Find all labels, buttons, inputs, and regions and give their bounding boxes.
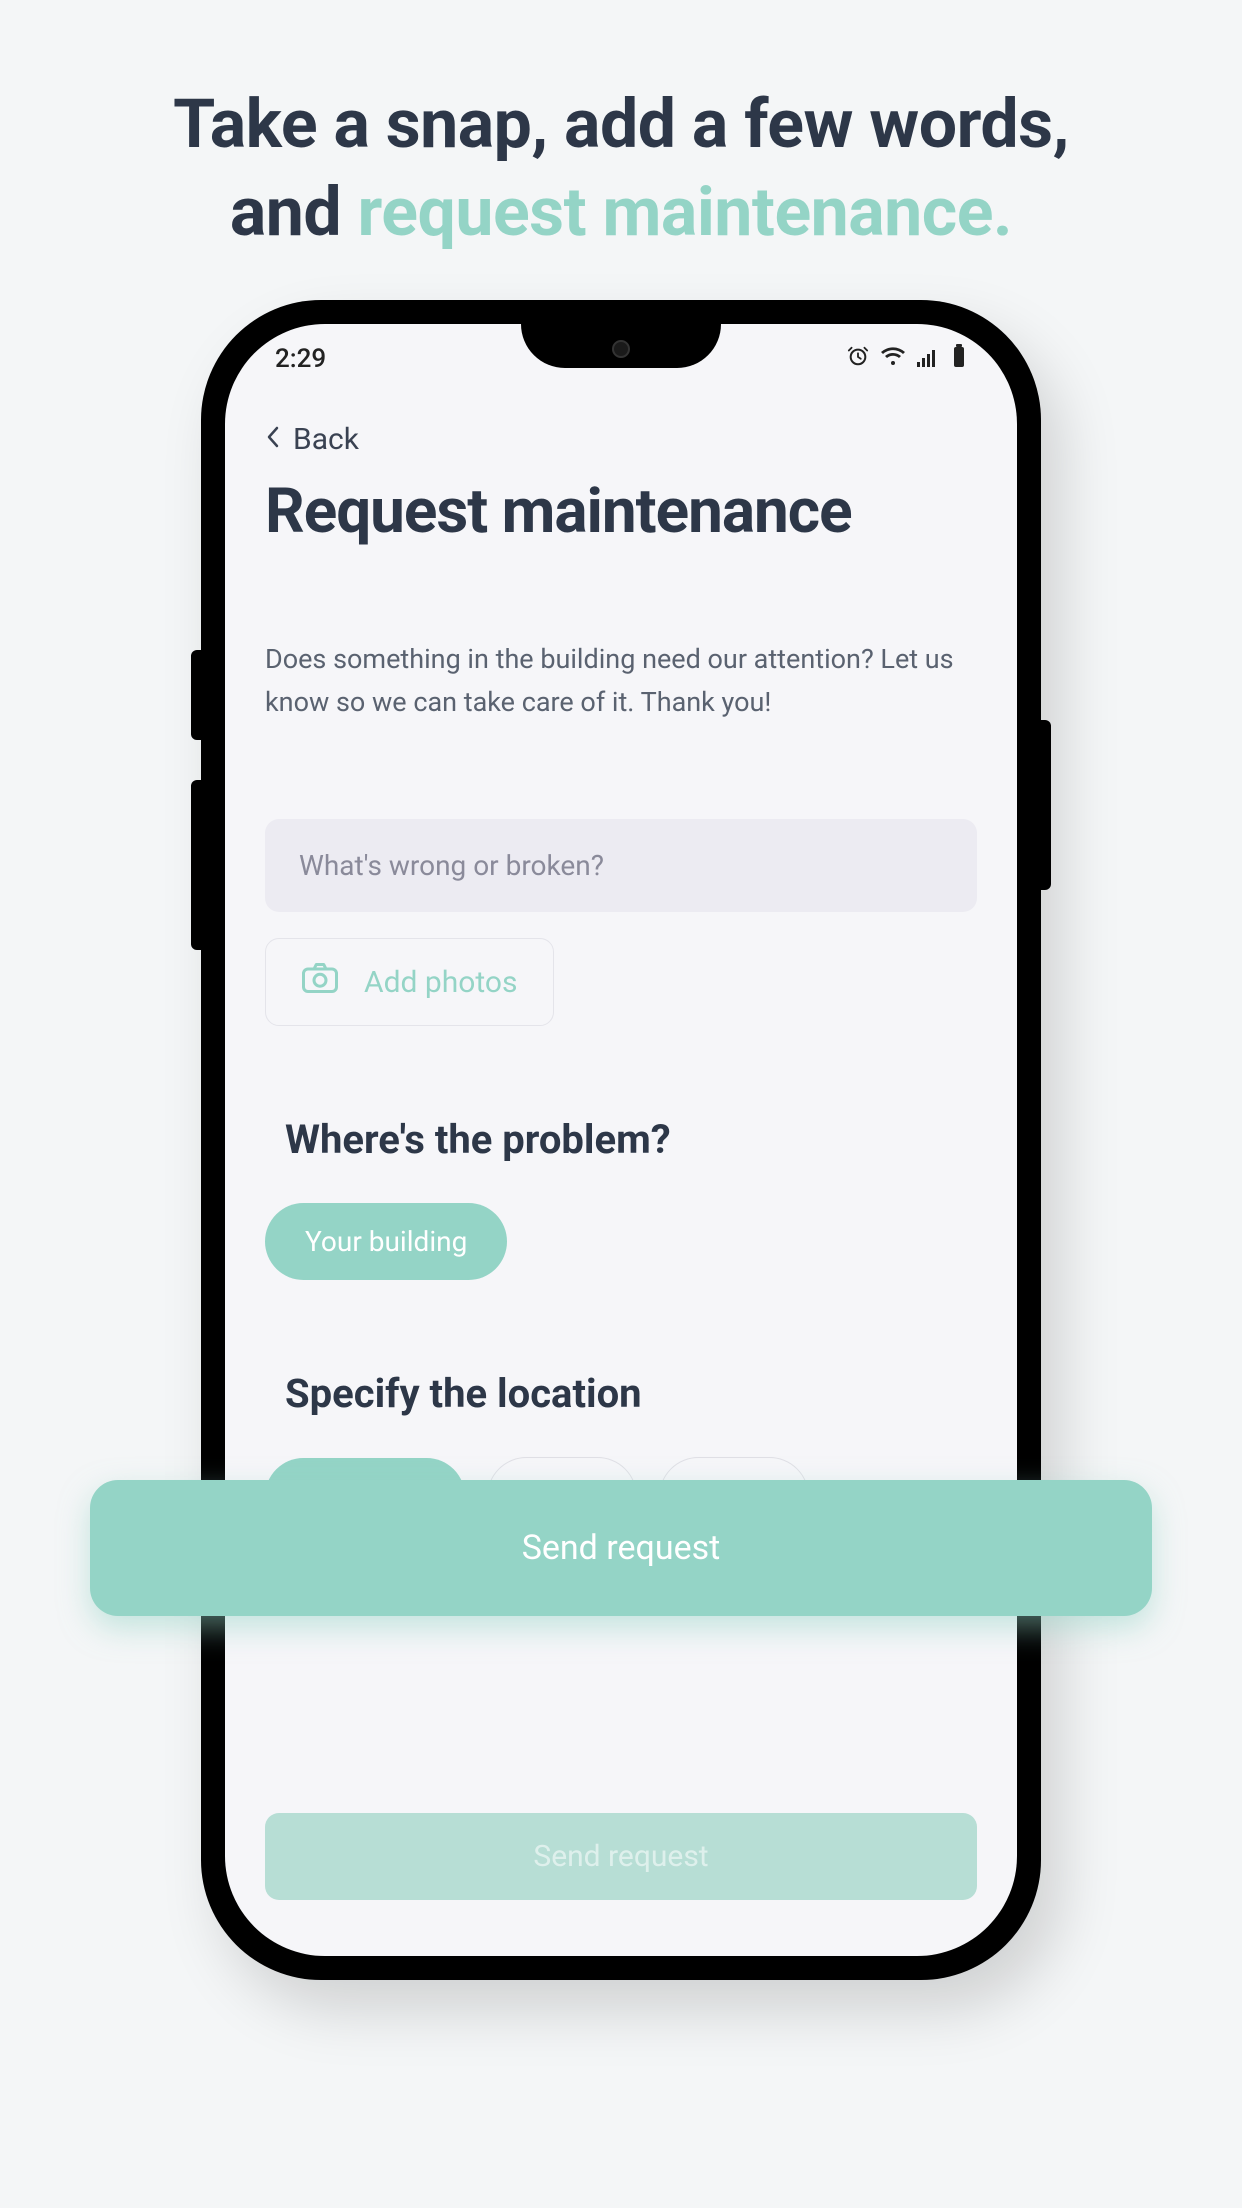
- location-pill-selected[interactable]: Your building: [265, 1203, 507, 1280]
- phone-frame: 2:29 Back: [201, 300, 1041, 1980]
- send-request-label-overlay: Send request: [522, 1528, 721, 1568]
- back-button[interactable]: Back: [265, 422, 977, 457]
- phone-notch: [521, 324, 721, 368]
- marketing-headline: Take a snap, add a few words, and reques…: [0, 80, 1242, 257]
- phone-screen: 2:29 Back: [225, 324, 1017, 1956]
- intro-text: Does something in the building need our …: [265, 638, 977, 724]
- send-request-button-inner[interactable]: Send request: [265, 1813, 977, 1900]
- issue-input[interactable]: What's wrong or broken?: [265, 819, 977, 912]
- app-content: Back Request maintenance Does something …: [225, 414, 1017, 1956]
- phone-power-button: [1041, 720, 1051, 890]
- wifi-icon: [881, 345, 905, 373]
- specify-heading: Specify the location: [265, 1370, 977, 1417]
- send-request-button-overlay[interactable]: Send request: [90, 1480, 1152, 1616]
- chevron-left-icon: [265, 422, 281, 457]
- location-pill-label: Your building: [305, 1225, 467, 1258]
- headline-line2-prefix: and: [230, 172, 358, 252]
- alarm-icon: [847, 345, 869, 373]
- back-label: Back: [293, 422, 359, 457]
- issue-placeholder: What's wrong or broken?: [299, 849, 604, 882]
- status-time: 2:29: [275, 344, 326, 374]
- headline-line1: Take a snap, add a few words,: [173, 84, 1069, 164]
- status-icons: [847, 344, 967, 374]
- camera-icon: [302, 963, 338, 1001]
- send-request-label-inner: Send request: [533, 1839, 708, 1874]
- add-photos-label: Add photos: [364, 965, 517, 1000]
- phone-camera-dot: [612, 340, 630, 358]
- battery-icon: [951, 344, 967, 374]
- add-photos-button[interactable]: Add photos: [265, 938, 554, 1026]
- signal-icon: [917, 345, 939, 373]
- where-heading: Where's the problem?: [265, 1116, 977, 1163]
- headline-line2-accent: request maintenance.: [358, 172, 1013, 252]
- page-title: Request maintenance: [265, 475, 977, 548]
